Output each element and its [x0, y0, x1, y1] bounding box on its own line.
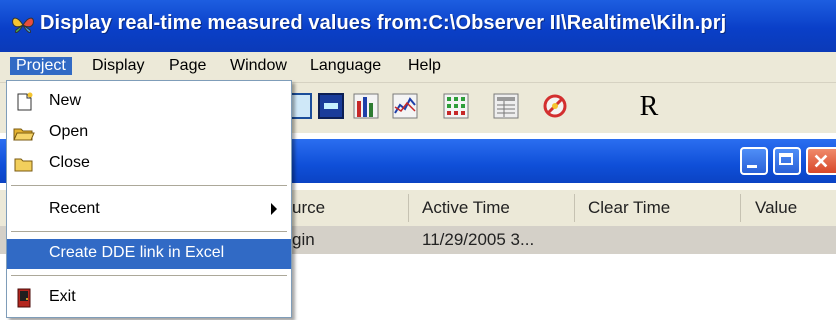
submenu-arrow-icon [271, 203, 277, 215]
menu-separator [11, 185, 287, 186]
new-file-icon [17, 92, 33, 111]
alarm-icon[interactable] [542, 93, 568, 119]
menu-page[interactable]: Page [163, 57, 212, 75]
menu-help[interactable]: Help [402, 57, 447, 75]
column-header-source[interactable]: urce [292, 198, 325, 218]
r-button[interactable]: R [632, 89, 666, 125]
menu-item-close[interactable]: Close [7, 149, 291, 179]
menu-language[interactable]: Language [304, 57, 387, 75]
menu-item-exit[interactable]: Exit [7, 283, 291, 313]
menu-item-recent[interactable]: Recent [7, 195, 291, 225]
bar-chart-icon[interactable] [353, 93, 379, 119]
menu-project[interactable]: Project [10, 57, 72, 75]
close-icon [814, 154, 828, 168]
menu-bar: Project Display Page Window Language Hel… [0, 52, 836, 83]
open-folder-icon [13, 128, 35, 141]
window-title: Display real-time measured values from:C… [40, 12, 727, 34]
menu-item-create-dde-link[interactable]: Create DDE link in Excel [7, 239, 291, 269]
title-bar[interactable]: Display real-time measured values from:C… [0, 0, 836, 52]
menu-separator [11, 231, 287, 232]
menu-display[interactable]: Display [86, 57, 150, 75]
close-folder-icon [14, 158, 33, 172]
menu-separator [11, 275, 287, 276]
exit-icon [17, 288, 31, 308]
numeric-display-icon[interactable] [318, 93, 344, 119]
maximize-button[interactable] [773, 147, 801, 175]
table-icon[interactable] [493, 93, 519, 119]
line-chart-icon[interactable] [392, 93, 418, 119]
column-divider[interactable] [740, 194, 741, 222]
close-button[interactable] [806, 147, 836, 175]
menu-item-new[interactable]: New [7, 87, 291, 117]
column-divider[interactable] [574, 194, 575, 222]
butterfly-app-icon [12, 17, 34, 34]
grid-icon[interactable] [443, 93, 469, 119]
menu-item-open[interactable]: Open [7, 118, 291, 148]
cell-active-time: 11/29/2005 3... [422, 230, 535, 249]
cell-source: gin [292, 230, 315, 249]
menu-window[interactable]: Window [224, 57, 293, 75]
column-header-active-time[interactable]: Active Time [422, 198, 510, 218]
minimize-button[interactable] [740, 147, 768, 175]
column-header-clear-time[interactable]: Clear Time [588, 198, 670, 218]
column-header-value[interactable]: Value [755, 198, 797, 218]
project-menu: New Open Close Recent Create DDE link in… [6, 80, 292, 318]
column-divider[interactable] [408, 194, 409, 222]
